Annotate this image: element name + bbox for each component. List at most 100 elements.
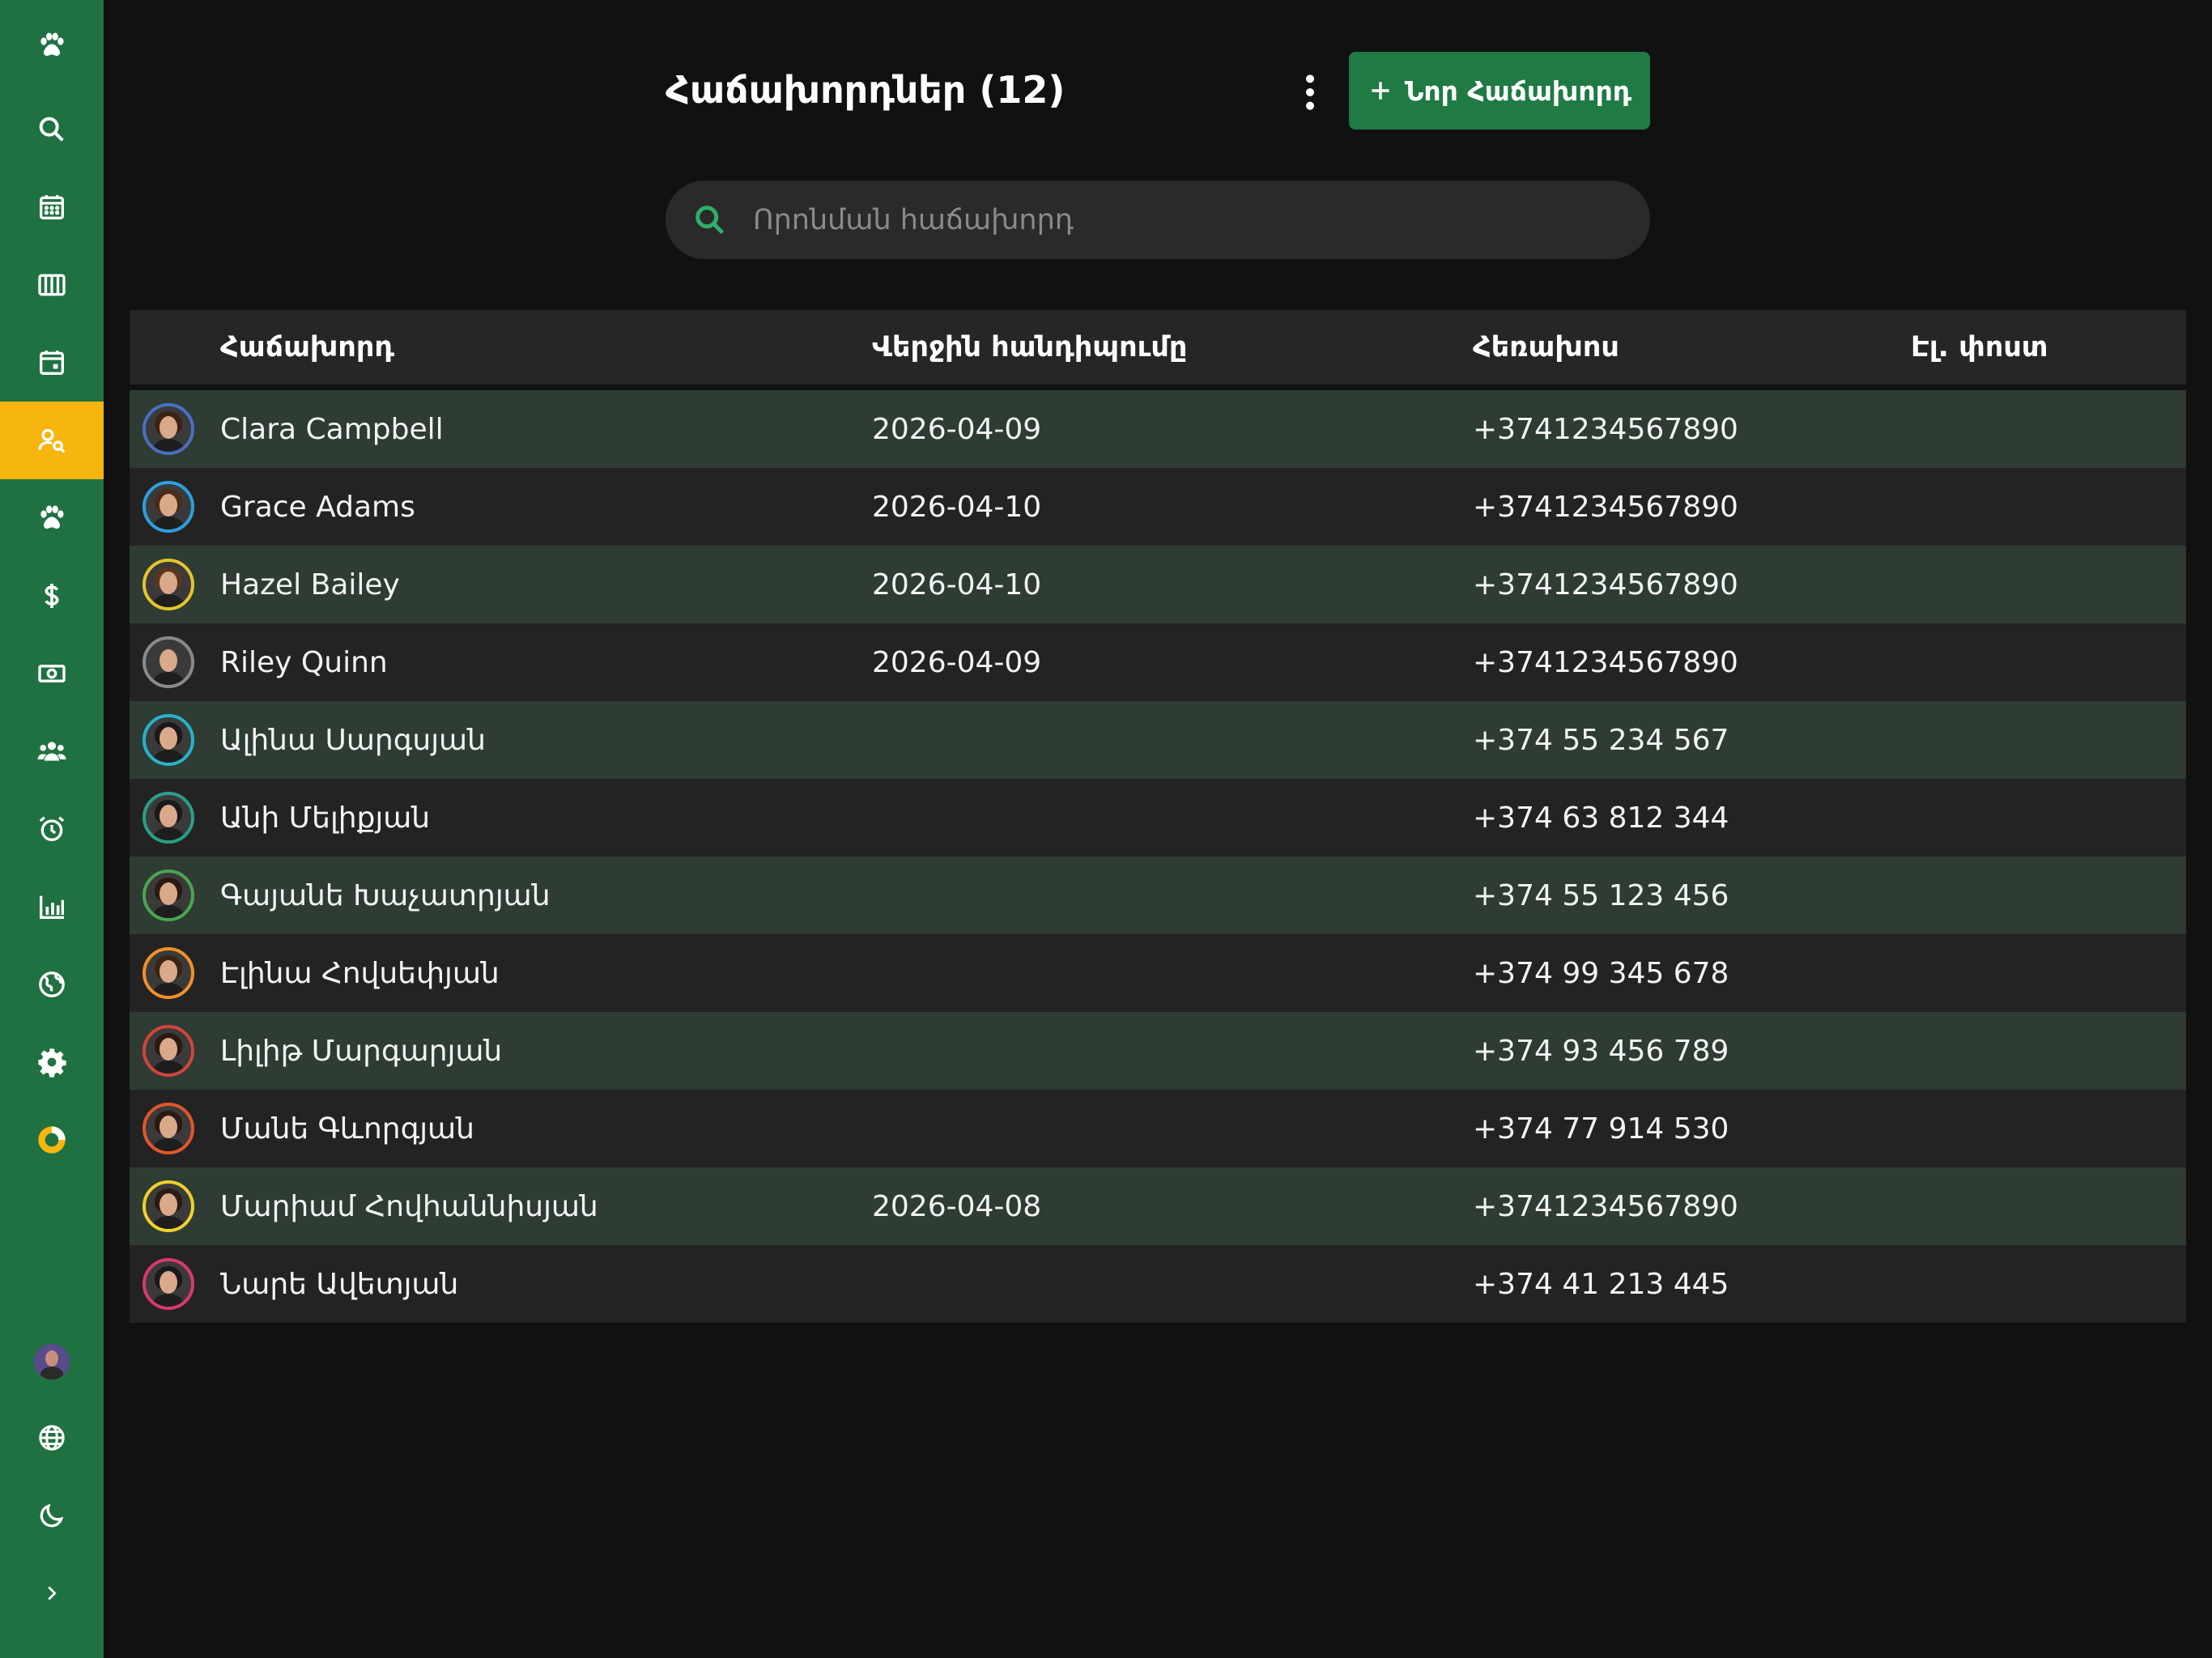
sidebar-item-settings[interactable] (0, 1023, 104, 1101)
paw-icon (40, 505, 64, 529)
sidebar-item-calendar[interactable] (0, 168, 104, 246)
client-name: Անի Մելիքյան (220, 801, 431, 835)
table-row[interactable]: Մանե Գևորգյան +374 77 914 530 (130, 1090, 2186, 1167)
last-visit-date: 2026-04-09 (872, 412, 1042, 446)
sidebar-item-day-calendar[interactable] (0, 324, 104, 402)
client-name: Ալինա Սարգսյան (220, 723, 486, 757)
client-name: Clara Campbell (220, 412, 444, 446)
client-name: Գայանե Խաչատրյան (220, 878, 551, 912)
more-options-button[interactable] (1292, 66, 1328, 118)
phone-number: +3741234567890 (1473, 645, 1738, 679)
client-name: Grace Adams (220, 490, 415, 524)
client-name: Riley Quinn (220, 645, 388, 679)
app-root: Հաճախորդներ (12) Նոր Հաճախորդ Հաճախորդ Վ… (0, 0, 2212, 1658)
sidebar-item-staff[interactable] (0, 712, 104, 790)
alarm-icon (39, 816, 65, 841)
sidebar-item-cash[interactable] (0, 635, 104, 712)
column-header-phone[interactable]: Հեռախոս (1473, 310, 1619, 385)
sidebar-theme-toggle[interactable] (0, 1477, 104, 1554)
phone-number: +374 55 234 567 (1473, 723, 1729, 757)
sidebar-user-profile[interactable] (0, 1323, 104, 1401)
sidebar-item-board[interactable] (0, 246, 104, 324)
donut-icon (38, 1126, 66, 1154)
sidebar-language[interactable] (0, 1399, 104, 1477)
sidebar (0, 0, 104, 1658)
column-header-email[interactable]: Էլ. փոստ (1911, 310, 2048, 385)
client-name: Մարիամ Հովհաննիսյան (220, 1189, 598, 1223)
client-avatar (143, 559, 194, 610)
search-input[interactable] (753, 195, 1650, 244)
sidebar-item-reminders[interactable] (0, 790, 104, 868)
more-vertical-icon (1306, 74, 1314, 110)
client-avatar (143, 869, 194, 921)
dollar-icon (45, 584, 59, 608)
client-search-icon (38, 428, 66, 453)
phone-number: +374 63 812 344 (1473, 801, 1729, 835)
page-title: Հաճախորդներ (12) (666, 68, 1066, 112)
table-row[interactable]: Էլինա Հովսեփյան +374 99 345 678 (130, 934, 2186, 1012)
cash-icon (38, 665, 66, 682)
client-name: Մանե Գևորգյան (220, 1112, 474, 1146)
table-row[interactable]: Գայանե Խաչատրյան +374 55 123 456 (130, 857, 2186, 934)
client-avatar (143, 947, 194, 999)
sidebar-item-clients[interactable] (0, 402, 104, 479)
plus-icon (1372, 82, 1389, 100)
column-header-last-visit[interactable]: Վերջին հանդիպումը (872, 310, 1187, 385)
calendar-day-icon (40, 351, 64, 375)
last-visit-date: 2026-04-08 (872, 1189, 1042, 1223)
clients-table: Հաճախորդ Վերջին հանդիպումը Հեռախոս Էլ. փ… (130, 310, 2186, 1323)
search-icon (39, 117, 64, 142)
client-name: Էլինա Հովսեփյան (220, 956, 500, 990)
user-avatar (34, 1344, 70, 1380)
table-row[interactable]: Անի Մելիքյան +374 63 812 344 (130, 779, 2186, 857)
client-avatar (143, 403, 194, 455)
client-name: Նարե Ավետյան (220, 1267, 459, 1301)
sidebar-item-subscription[interactable] (0, 1101, 104, 1179)
sidebar-item-search[interactable] (0, 91, 104, 168)
group-icon (37, 742, 66, 761)
client-avatar (143, 714, 194, 766)
phone-number: +374 77 914 530 (1473, 1112, 1729, 1146)
phone-number: +374 55 123 456 (1473, 878, 1729, 912)
phone-number: +374 41 213 445 (1473, 1267, 1729, 1301)
sidebar-item-web[interactable] (0, 946, 104, 1023)
phone-number: +3741234567890 (1473, 490, 1738, 524)
table-row[interactable]: Լիլիթ Մարգարյան +374 93 456 789 (130, 1012, 2186, 1090)
client-avatar (143, 636, 194, 688)
last-visit-date: 2026-04-09 (872, 645, 1042, 679)
table-row[interactable]: Grace Adams 2026-04-10 +3741234567890 (130, 468, 2186, 546)
sidebar-item-billing[interactable] (0, 557, 104, 635)
sidebar-item-reports[interactable] (0, 868, 104, 946)
client-name: Լիլիթ Մարգարյան (220, 1034, 503, 1068)
search-bar[interactable] (666, 181, 1650, 259)
search-icon (696, 205, 725, 234)
table-header: Հաճախորդ Վերջին հանդիպումը Հեռախոս Էլ. փ… (130, 310, 2186, 385)
last-visit-date: 2026-04-10 (872, 490, 1042, 524)
sidebar-item-home-paw[interactable] (0, 6, 104, 84)
globe-icon (39, 971, 65, 997)
table-row[interactable]: Մարիամ Հովհաննիսյան 2026-04-08 +3741234567… (130, 1167, 2186, 1245)
column-header-client[interactable]: Հաճախորդ (220, 310, 394, 385)
table-row[interactable]: Ալինա Սարգսյան +374 55 234 567 (130, 701, 2186, 779)
columns-icon (38, 274, 66, 296)
table-row[interactable]: Hazel Bailey 2026-04-10 +3741234567890 (130, 546, 2186, 623)
phone-number: +3741234567890 (1473, 568, 1738, 602)
table-row[interactable]: Riley Quinn 2026-04-09 +3741234567890 (130, 623, 2186, 701)
calendar-icon (40, 195, 64, 219)
client-avatar (143, 1025, 194, 1077)
table-body: Clara Campbell 2026-04-09 +3741234567890 Gr… (130, 390, 2186, 1323)
gear-icon (38, 1048, 66, 1078)
phone-number: +374 93 456 789 (1473, 1034, 1729, 1068)
phone-number: +3741234567890 (1473, 412, 1738, 446)
client-avatar (143, 1103, 194, 1154)
paw-icon (40, 32, 64, 56)
sidebar-expand-button[interactable] (0, 1554, 104, 1632)
moon-icon (40, 1503, 64, 1528)
table-row[interactable]: Նարե Ավետյան +374 41 213 445 (130, 1245, 2186, 1323)
new-client-button[interactable]: Նոր Հաճախորդ (1349, 52, 1650, 130)
chevron-right-icon (48, 1586, 57, 1601)
client-name: Hazel Bailey (220, 568, 400, 602)
sidebar-item-pets[interactable] (0, 479, 104, 557)
client-avatar (143, 792, 194, 844)
table-row[interactable]: Clara Campbell 2026-04-09 +3741234567890 (130, 390, 2186, 468)
